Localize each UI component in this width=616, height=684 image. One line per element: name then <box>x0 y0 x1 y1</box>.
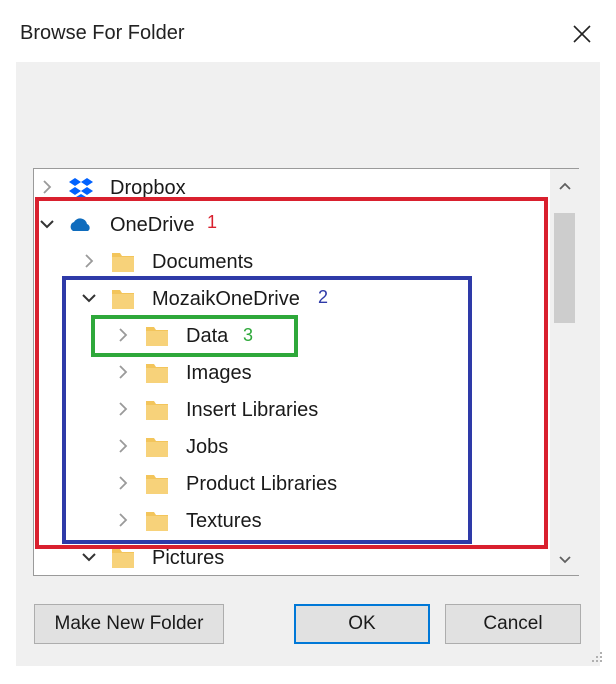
tree-item-label: MozaikOneDrive <box>152 288 300 310</box>
annotation-number-1: 1 <box>207 212 218 232</box>
chevron-right-icon[interactable] <box>114 363 132 381</box>
chevron-right-icon[interactable] <box>114 400 132 418</box>
chevron-right-icon[interactable] <box>38 178 56 196</box>
folder-icon <box>146 364 168 383</box>
tree-item-label: Images <box>186 362 252 384</box>
tree-item-insert-libraries[interactable]: Insert Libraries <box>34 392 549 428</box>
tree-item-label: Data <box>186 325 229 347</box>
chevron-right-icon[interactable] <box>114 437 132 455</box>
annotation-number-3: 3 <box>243 325 254 345</box>
folder-icon <box>146 327 168 346</box>
dialog-title: Browse For Folder <box>20 22 185 44</box>
make-new-folder-button[interactable]: Make New Folder <box>34 604 224 644</box>
chevron-down-icon[interactable] <box>80 548 98 566</box>
tree-item-label: Pictures <box>152 547 225 569</box>
tree-item-label: Jobs <box>186 436 229 458</box>
tree-item-textures[interactable]: Textures <box>34 503 549 539</box>
resize-grip-icon[interactable] <box>590 650 604 664</box>
cloud-icon <box>70 218 90 231</box>
tree-scrollbar[interactable] <box>550 169 579 575</box>
tree-item-data[interactable]: Data <box>34 318 549 354</box>
folder-icon <box>146 475 168 494</box>
browse-for-folder-dialog: Browse For Folder Dropbox OneDrive Documen… <box>0 0 616 684</box>
dropbox-icon <box>69 178 93 200</box>
folder-icon <box>146 438 168 457</box>
tree-item-onedrive[interactable]: OneDrive <box>34 207 549 243</box>
tree-item-dropbox[interactable]: Dropbox <box>34 170 549 206</box>
scroll-down-icon[interactable] <box>558 553 572 567</box>
folder-icon <box>112 290 134 309</box>
chevron-right-icon[interactable] <box>80 252 98 270</box>
close-button[interactable] <box>564 16 600 52</box>
tree-item-label: Documents <box>152 251 254 273</box>
tree-item-label: Textures <box>186 510 262 532</box>
chevron-down-icon[interactable] <box>38 215 56 233</box>
tree-item-pictures[interactable]: Pictures <box>34 540 549 575</box>
folder-icon <box>146 401 168 420</box>
tree-item-product-libraries[interactable]: Product Libraries <box>34 466 549 502</box>
folder-icon <box>112 253 134 272</box>
tree-item-jobs[interactable]: Jobs <box>34 429 549 465</box>
annotation-number-2: 2 <box>318 287 329 307</box>
tree-item-label: Insert Libraries <box>186 399 319 421</box>
folder-tree[interactable]: Dropbox OneDrive Documents MozaikOneDrive Da… <box>33 168 579 576</box>
folder-icon <box>112 549 134 568</box>
tree-item-images[interactable]: Images <box>34 355 549 391</box>
close-x-icon <box>573 25 591 43</box>
tree-item-mozaikonedrive[interactable]: MozaikOneDrive <box>34 281 549 317</box>
chevron-down-icon[interactable] <box>80 289 98 307</box>
tree-item-label: OneDrive <box>110 214 195 236</box>
ok-button[interactable]: OK <box>294 604 430 644</box>
scroll-up-icon[interactable] <box>558 179 572 193</box>
folder-icon <box>146 512 168 531</box>
scroll-thumb[interactable] <box>554 213 575 323</box>
cancel-button[interactable]: Cancel <box>445 604 581 644</box>
chevron-right-icon[interactable] <box>114 474 132 492</box>
tree-item-label: Product Libraries <box>186 473 338 495</box>
tree-item-documents[interactable]: Documents <box>34 244 549 280</box>
chevron-right-icon[interactable] <box>114 511 132 529</box>
tree-item-label: Dropbox <box>110 177 186 199</box>
chevron-right-icon[interactable] <box>114 326 132 344</box>
